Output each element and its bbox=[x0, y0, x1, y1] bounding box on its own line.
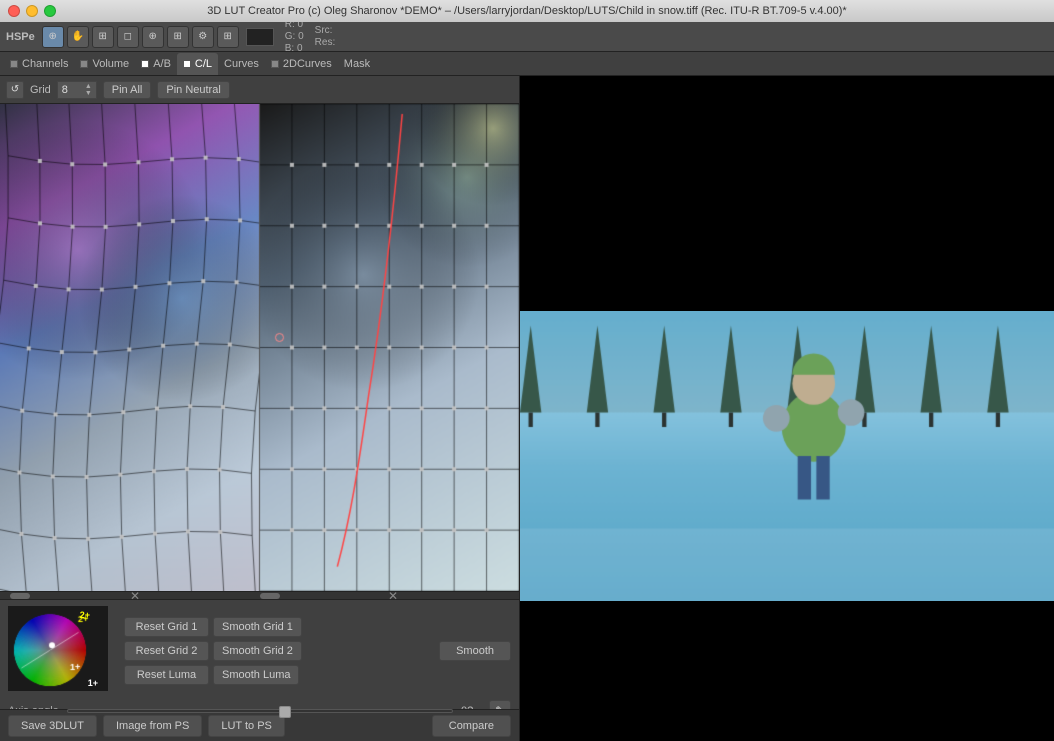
preview-bottom bbox=[520, 601, 1054, 741]
title-bar: 3D LUT Creator Pro (c) Oleg Sharonov *DE… bbox=[0, 0, 1054, 22]
bottom-controls: 2+ 1+ Reset Grid 1 Smooth Grid 1 Reset G… bbox=[0, 599, 519, 709]
grid-down-icon[interactable]: ▼ bbox=[85, 90, 92, 97]
mode-label: HSPe bbox=[6, 31, 35, 43]
scroll-thumb-left[interactable] bbox=[10, 593, 30, 599]
res-label: Res: bbox=[315, 37, 336, 48]
refresh-icon: ↺ bbox=[11, 84, 19, 95]
tool-grid[interactable]: ⊞ bbox=[167, 26, 189, 48]
preview-top bbox=[520, 76, 1054, 311]
tool-lasso[interactable]: ◻ bbox=[117, 26, 139, 48]
horizontal-scrollbar[interactable]: ✕ ✕ bbox=[0, 591, 519, 599]
res-info: Src: Res: bbox=[315, 25, 336, 48]
grid-up-icon[interactable]: ▲ bbox=[85, 83, 92, 90]
src-label: Src: bbox=[315, 25, 336, 36]
tab-volume[interactable]: Volume bbox=[74, 53, 135, 75]
btn-row-1: Reset Grid 1 Smooth Grid 1 bbox=[124, 617, 302, 637]
tool-zoom[interactable]: ⊕ bbox=[142, 26, 164, 48]
tool-hand[interactable]: ✋ bbox=[67, 26, 89, 48]
tab-channels[interactable]: Channels bbox=[4, 53, 74, 75]
minimize-button[interactable] bbox=[26, 5, 38, 17]
tab-ab[interactable]: A/B bbox=[135, 53, 177, 75]
left-panel: ↺ Grid 8 ▲ ▼ Pin All Pin Neutral ✕ ✕ bbox=[0, 76, 520, 741]
tab-cl[interactable]: C/L bbox=[177, 53, 218, 75]
grid-label: Grid bbox=[30, 84, 51, 96]
src-info: R: 0 G: 0 B: 0 bbox=[285, 19, 304, 54]
badge-2plus: 2+ bbox=[80, 610, 90, 620]
btn-row-3: Reset Luma Smooth Luma bbox=[124, 665, 302, 685]
bottom-row-1: 2+ 1+ Reset Grid 1 Smooth Grid 1 Reset G… bbox=[8, 606, 511, 696]
pin-all-button[interactable]: Pin All bbox=[103, 81, 152, 99]
toolbar: HSPe ⊕ ✋ ⊞ ◻ ⊕ ⊞ ⚙ ⊞ R: 0 G: 0 B: 0 Src:… bbox=[0, 22, 1054, 52]
scroll-thumb-center[interactable] bbox=[260, 593, 280, 599]
tool-hspe[interactable]: ⊕ bbox=[42, 26, 64, 48]
btn-row-2: Reset Grid 2 Smooth Grid 2 bbox=[124, 641, 302, 661]
color-wheel-area: 2+ 1+ bbox=[8, 606, 118, 696]
reset-grid-1-button[interactable]: Reset Grid 1 bbox=[124, 617, 209, 637]
src-g: G: 0 bbox=[285, 31, 304, 42]
window-title: 3D LUT Creator Pro (c) Oleg Sharonov *DE… bbox=[207, 5, 846, 17]
slider-thumb[interactable] bbox=[279, 706, 291, 718]
grid-canvas[interactable] bbox=[0, 104, 519, 591]
grid-value: 8 bbox=[62, 84, 68, 96]
tool-settings[interactable]: ⚙ bbox=[192, 26, 214, 48]
smooth-grid-1-button[interactable]: Smooth Grid 1 bbox=[213, 617, 302, 637]
grid-visualization[interactable] bbox=[0, 104, 519, 591]
grid-input[interactable]: 8 ▲ ▼ bbox=[57, 81, 97, 99]
tab-2dcurves[interactable]: 2DCurves bbox=[265, 53, 338, 75]
right-panel bbox=[520, 76, 1054, 741]
pin-neutral-button[interactable]: Pin Neutral bbox=[157, 81, 229, 99]
reset-grid-2-button[interactable]: Reset Grid 2 bbox=[124, 641, 209, 661]
smooth-grid-2-button[interactable]: Smooth Grid 2 bbox=[213, 641, 302, 661]
axis-angle-slider[interactable] bbox=[67, 704, 453, 718]
slider-track bbox=[67, 709, 453, 713]
refresh-button[interactable]: ↺ bbox=[6, 81, 24, 99]
close-button[interactable] bbox=[8, 5, 20, 17]
preview-image bbox=[520, 311, 1054, 601]
smooth-button[interactable]: Smooth bbox=[439, 641, 511, 661]
window-buttons bbox=[8, 5, 56, 17]
close-icon-left: ✕ bbox=[130, 589, 140, 603]
tab-bar: Channels Volume A/B C/L Curves 2DCurves … bbox=[0, 52, 1054, 76]
tab-mask[interactable]: Mask bbox=[338, 53, 376, 75]
tab-curves[interactable]: Curves bbox=[218, 53, 265, 75]
smooth-luma-button[interactable]: Smooth Luma bbox=[213, 665, 299, 685]
tool-select[interactable]: ⊞ bbox=[92, 26, 114, 48]
color-swatch bbox=[246, 28, 274, 46]
tool-table[interactable]: ⊞ bbox=[217, 26, 239, 48]
reset-luma-button[interactable]: Reset Luma bbox=[124, 665, 209, 685]
action-buttons: Reset Grid 1 Smooth Grid 1 Reset Grid 2 … bbox=[124, 617, 302, 685]
maximize-button[interactable] bbox=[44, 5, 56, 17]
main-area: ↺ Grid 8 ▲ ▼ Pin All Pin Neutral ✕ ✕ bbox=[0, 76, 1054, 741]
photo-canvas bbox=[520, 311, 1054, 601]
close-icon-right: ✕ bbox=[388, 589, 398, 603]
badge-1plus: 1+ bbox=[88, 678, 98, 688]
grid-controls: ↺ Grid 8 ▲ ▼ Pin All Pin Neutral bbox=[0, 76, 519, 104]
